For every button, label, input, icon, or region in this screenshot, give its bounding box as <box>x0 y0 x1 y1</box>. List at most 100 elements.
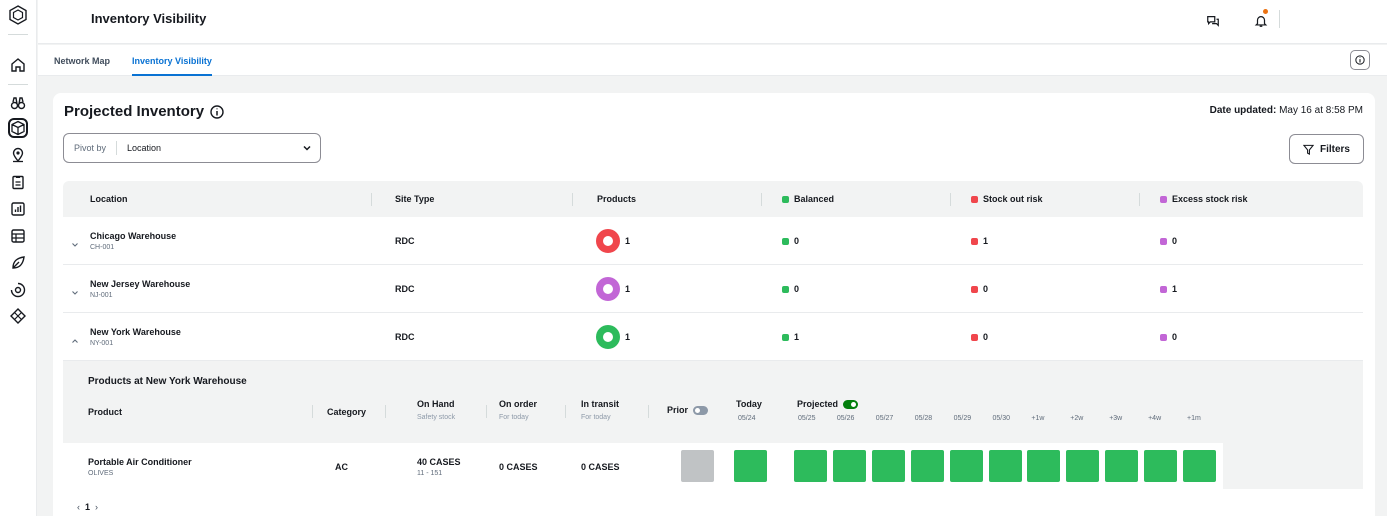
table-row[interactable]: Chicago Warehouse CH-001 RDC 1 0 1 0 <box>63 217 1363 265</box>
col-location[interactable]: Location <box>90 194 128 204</box>
chat-icon[interactable] <box>1204 12 1222 30</box>
cube-icon[interactable] <box>8 118 28 138</box>
stockout-count: 0 <box>983 284 989 294</box>
projected-cell[interactable] <box>832 450 866 482</box>
col-balanced[interactable]: Balanced <box>782 194 834 204</box>
col-on-order[interactable]: On order <box>499 399 537 409</box>
projected-cell[interactable] <box>1066 450 1100 482</box>
products-count: 1 <box>625 332 631 342</box>
today-cell[interactable] <box>734 450 767 482</box>
site-type: RDC <box>395 236 415 246</box>
projected-date-label: +2w <box>1070 415 1084 422</box>
stockout-count: 0 <box>983 332 989 342</box>
col-today: Today <box>736 399 762 409</box>
excess-count: 0 <box>1172 236 1178 246</box>
col-product[interactable]: Product <box>88 407 122 417</box>
balanced-legend-square <box>782 195 789 203</box>
app-title: Inventory Visibility <box>91 11 207 26</box>
chevron-down-icon <box>303 145 311 151</box>
excess-cell: 0 <box>1160 236 1177 246</box>
tab-network-map[interactable]: Network Map <box>54 56 110 66</box>
date-updated-value: May 16 at 8:58 PM <box>1279 105 1363 116</box>
projected-cell[interactable] <box>949 450 983 482</box>
gear-cycle-icon[interactable] <box>8 280 28 300</box>
tab-inventory-visibility[interactable]: Inventory Visibility <box>132 56 212 76</box>
page-number[interactable]: 1 <box>85 502 90 512</box>
col-on-hand-sub: Safety stock <box>417 414 456 421</box>
balanced-cell: 1 <box>782 332 799 342</box>
col-products[interactable]: Products <box>597 194 636 204</box>
clipboard-icon[interactable] <box>8 172 28 192</box>
excess-count: 0 <box>1172 332 1178 342</box>
notification-bell-icon[interactable] <box>1252 12 1270 30</box>
expand-caret[interactable] <box>71 236 79 247</box>
leaf-icon[interactable] <box>8 253 28 273</box>
stockout-cell: 0 <box>971 284 988 294</box>
info-icon[interactable] <box>210 104 224 119</box>
projected-toggle[interactable] <box>843 400 859 410</box>
notification-dot <box>1263 9 1268 14</box>
projected-cell[interactable] <box>1144 450 1178 482</box>
projected-date-label: +1w <box>1031 415 1045 422</box>
col-site-type[interactable]: Site Type <box>395 194 434 204</box>
projected-cell[interactable] <box>871 450 905 482</box>
excess-cell: 1 <box>1160 284 1177 294</box>
col-balanced-label: Balanced <box>794 194 835 204</box>
projected-cell[interactable] <box>1027 450 1061 482</box>
col-stockout[interactable]: Stock out risk <box>971 194 1043 204</box>
product-row[interactable]: Portable Air Conditioner OLIVES AC 40 CA… <box>63 443 1223 489</box>
info-button[interactable] <box>1350 50 1370 70</box>
location-table: Location Site Type Products Balanced Sto… <box>63 181 1363 489</box>
filters-button[interactable]: Filters <box>1289 134 1364 164</box>
table-header: Location Site Type Products Balanced Sto… <box>63 181 1363 217</box>
bar-chart-icon[interactable] <box>8 199 28 219</box>
site-type: RDC <box>395 332 415 342</box>
col-excess[interactable]: Excess stock risk <box>1160 194 1248 204</box>
col-on-order-sub: For today <box>499 414 529 421</box>
product-category: AC <box>335 462 348 472</box>
info-icon <box>1355 55 1365 65</box>
projected-date-label: 05/25 <box>798 415 816 422</box>
collapse-caret[interactable] <box>71 332 79 343</box>
prior-cell[interactable] <box>681 450 714 482</box>
projected-cell[interactable] <box>1183 450 1216 482</box>
chevron-down-icon <box>72 243 78 247</box>
binoculars-icon[interactable] <box>8 93 28 113</box>
projected-inventory-panel: Projected Inventory Date updated: May 16… <box>53 93 1375 516</box>
date-updated: Date updated: May 16 at 8:58 PM <box>1210 105 1363 116</box>
next-page-button[interactable]: › <box>95 502 98 512</box>
projected-date-label: +4w <box>1148 415 1162 422</box>
projected-cell[interactable] <box>1105 450 1139 482</box>
col-category[interactable]: Category <box>327 407 366 417</box>
stockout-ring-icon <box>596 229 620 253</box>
table-row[interactable]: New Jersey Warehouse NJ-001 RDC 1 0 0 1 <box>63 265 1363 313</box>
projected-cell[interactable] <box>794 450 827 482</box>
projected-cell[interactable] <box>988 450 1022 482</box>
table-icon[interactable] <box>8 226 28 246</box>
chevron-up-icon <box>72 339 78 343</box>
stockout-cell: 1 <box>971 236 988 246</box>
prev-page-button[interactable]: ‹ <box>77 502 80 512</box>
prior-toggle[interactable] <box>693 406 709 416</box>
products-cell: 1 <box>596 277 630 301</box>
balanced-cell: 0 <box>782 236 799 246</box>
diamond-icon[interactable] <box>8 306 28 326</box>
home-icon[interactable] <box>8 55 28 75</box>
col-in-transit[interactable]: In transit <box>581 399 619 409</box>
balanced-count: 0 <box>794 284 800 294</box>
projected-cell[interactable] <box>910 450 944 482</box>
expand-caret[interactable] <box>71 284 79 295</box>
col-on-hand[interactable]: On Hand <box>417 399 455 409</box>
products-cell: 1 <box>596 229 630 253</box>
pivot-by-select[interactable]: Pivot by Location <box>63 133 321 163</box>
table-row[interactable]: New York Warehouse NY-001 RDC 1 1 0 0 <box>63 313 1363 361</box>
prior-toggle-label: Prior <box>667 405 709 416</box>
safety-stock-value: 11 - 151 <box>417 470 443 477</box>
col-in-transit-sub: For today <box>581 414 611 421</box>
pivot-by-value: Location <box>127 143 162 153</box>
location-pin-icon[interactable] <box>8 145 28 165</box>
chevron-down-icon <box>72 291 78 295</box>
excess-legend-square <box>1160 195 1167 203</box>
top-header: Inventory Visibility <box>38 0 1387 44</box>
aws-supply-chain-logo-icon[interactable] <box>7 4 29 26</box>
